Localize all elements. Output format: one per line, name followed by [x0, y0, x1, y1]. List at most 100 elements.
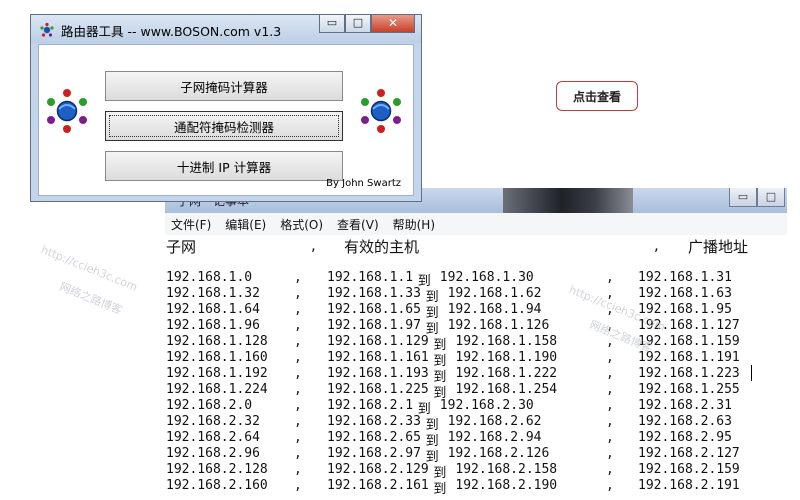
separator-cell: , [294, 350, 302, 365]
table-row: 192.168.2.64, 192.168.2.65 到 192.168.2.94, 1… [0, 430, 800, 449]
menu-format[interactable]: 格式(O) [280, 216, 323, 233]
menu-view[interactable]: 查看(V) [337, 216, 379, 233]
router-tool-client-area: 子网掩码计算器 通配符掩码检测器 十进制 IP 计算器 By John Swar… [38, 44, 414, 196]
host-start-cell: 192.168.2.33 [327, 414, 421, 429]
subnet-mask-calculator-button[interactable]: 子网掩码计算器 [105, 71, 343, 101]
host-end-cell: 192.168.1.254 [455, 382, 558, 397]
separator-cell: , [606, 462, 614, 477]
background-photo-fragment [503, 188, 633, 213]
minimize-button[interactable]: ▭ [319, 15, 345, 33]
notepad-menubar: 文件(F) 编辑(E) 格式(O) 查看(V) 帮助(H) [165, 213, 787, 236]
host-start-cell: 192.168.2.65 [327, 430, 421, 445]
separator-cell: , [606, 382, 614, 397]
subnet-cell: 192.168.1.32 [166, 286, 260, 301]
broadcast-cell: 192.168.1.31 [638, 270, 732, 285]
subnet-cell: 192.168.1.96 [166, 318, 260, 333]
host-start-cell: 192.168.1.97 [327, 318, 421, 333]
router-tool-title: 路由器工具 -- www.BOSON.com v1.3 [61, 24, 282, 39]
header-valid-hosts: 有效的主机 [344, 238, 420, 256]
separator-cell: , [294, 318, 302, 333]
separator-cell: , [294, 478, 302, 493]
table-row: 192.168.2.32, 192.168.2.33 到 192.168.2.62, 1… [0, 414, 800, 433]
table-row: 192.168.1.224, 192.168.1.225 到 192.168.1.25… [0, 382, 800, 401]
button-label: 十进制 IP 计算器 [176, 159, 272, 175]
host-end-cell: 192.168.2.30 [439, 398, 534, 413]
app-icon [40, 22, 54, 37]
header-broadcast: 广播地址 [688, 238, 749, 256]
host-start-cell: 192.168.2.97 [327, 446, 421, 461]
broadcast-cell: 192.168.1.63 [638, 286, 732, 301]
notepad-minimize-button[interactable]: ▭ [729, 188, 757, 207]
broadcast-cell: 192.168.2.159 [638, 462, 740, 477]
subnet-cell: 192.168.2.128 [166, 462, 268, 477]
separator-cell: , [294, 382, 302, 397]
subnet-cell: 192.168.2.0 [166, 398, 253, 413]
subnet-cell: 192.168.1.128 [166, 334, 268, 349]
host-start-cell: 192.168.2.129 [327, 462, 429, 477]
menu-help[interactable]: 帮助(H) [393, 216, 435, 233]
decimal-ip-calculator-button[interactable]: 十进制 IP 计算器 [105, 151, 343, 181]
table-row: 192.168.1.192, 192.168.1.193 到 192.168.1.22… [0, 366, 800, 385]
host-end-cell: 192.168.2.126 [447, 446, 550, 461]
broadcast-cell: 192.168.2.63 [638, 414, 732, 429]
separator-cell: , [294, 430, 302, 445]
broadcast-cell: 192.168.1.191 [638, 350, 740, 365]
subnet-cell: 192.168.1.64 [166, 302, 260, 317]
table-row: 192.168.2.96, 192.168.2.97 到 192.168.2.126,… [0, 446, 800, 465]
host-start-cell: 192.168.1.193 [327, 366, 429, 381]
separator-cell: , [606, 478, 614, 493]
host-end-cell: 192.168.1.30 [439, 270, 534, 285]
host-end-cell: 192.168.2.190 [455, 478, 558, 493]
subnet-cell: 192.168.1.224 [166, 382, 268, 397]
notepad-maximize-button[interactable]: □ [757, 188, 785, 207]
subnet-cell: 192.168.2.64 [166, 430, 260, 445]
menu-file[interactable]: 文件(F) [171, 216, 211, 233]
table-row: 192.168.1.96, 192.168.1.97 到 192.168.1.126,… [0, 318, 800, 337]
header-comma-2: , [654, 236, 659, 254]
table-row: 192.168.1.128, 192.168.1.129 到 192.168.1.15… [0, 334, 800, 353]
button-label: 子网掩码计算器 [180, 79, 268, 95]
separator-cell: , [606, 430, 614, 445]
host-end-cell: 192.168.1.62 [447, 286, 542, 301]
host-start-cell: 192.168.1.33 [327, 286, 421, 301]
host-end-cell: 192.168.1.222 [455, 366, 558, 381]
host-end-cell: 192.168.2.158 [455, 462, 558, 477]
header-comma-1: , [311, 236, 316, 254]
host-end-cell: 192.168.1.94 [447, 302, 542, 317]
host-start-cell: 192.168.1.225 [327, 382, 429, 397]
separator-cell: , [294, 286, 302, 301]
broadcast-cell: 192.168.2.127 [638, 446, 740, 461]
broadcast-cell: 192.168.1.255 [638, 382, 740, 397]
text-caret [751, 365, 752, 381]
separator-cell: , [294, 414, 302, 429]
broadcast-cell: 192.168.2.31 [638, 398, 732, 413]
separator-cell: , [606, 270, 614, 285]
menu-edit[interactable]: 编辑(E) [225, 216, 266, 233]
host-start-cell: 192.168.1.1 [327, 270, 414, 285]
table-row: 192.168.2.0, 192.168.2.1 到 192.168.2.30, 192… [0, 398, 800, 417]
host-start-cell: 192.168.2.161 [327, 478, 429, 493]
separator-cell: , [606, 350, 614, 365]
wildcard-mask-checker-button[interactable]: 通配符掩码检测器 [105, 111, 343, 141]
separator-cell: , [294, 366, 302, 381]
separator-cell: , [606, 446, 614, 461]
boson-logo-icon [361, 89, 401, 133]
router-tool-window: 路由器工具 -- www.BOSON.com v1.3 ▭ □ ✕ 子网掩码计算… [30, 14, 422, 202]
header-subnet: 子网 [166, 238, 197, 256]
separator-cell: , [606, 414, 614, 429]
broadcast-cell: 192.168.2.95 [638, 430, 732, 445]
table-row: 192.168.2.160, 192.168.2.161 到 192.168.2.19… [0, 478, 800, 497]
separator-cell: , [294, 302, 302, 317]
host-end-cell: 192.168.1.126 [447, 318, 550, 333]
host-end-cell: 192.168.1.158 [455, 334, 558, 349]
separator-cell: , [294, 462, 302, 477]
close-button[interactable]: ✕ [371, 15, 415, 33]
to-word-cell: 到 [433, 482, 447, 497]
separator-cell: , [294, 398, 302, 413]
table-row: 192.168.1.160, 192.168.1.161 到 192.168.1.19… [0, 350, 800, 369]
broadcast-cell: 192.168.1.223 [638, 366, 740, 381]
boson-logo-icon [47, 89, 87, 133]
click-to-view-button[interactable]: 点击查看 [556, 81, 638, 111]
maximize-button[interactable]: □ [345, 15, 371, 33]
subnet-cell: 192.168.2.160 [166, 478, 268, 493]
